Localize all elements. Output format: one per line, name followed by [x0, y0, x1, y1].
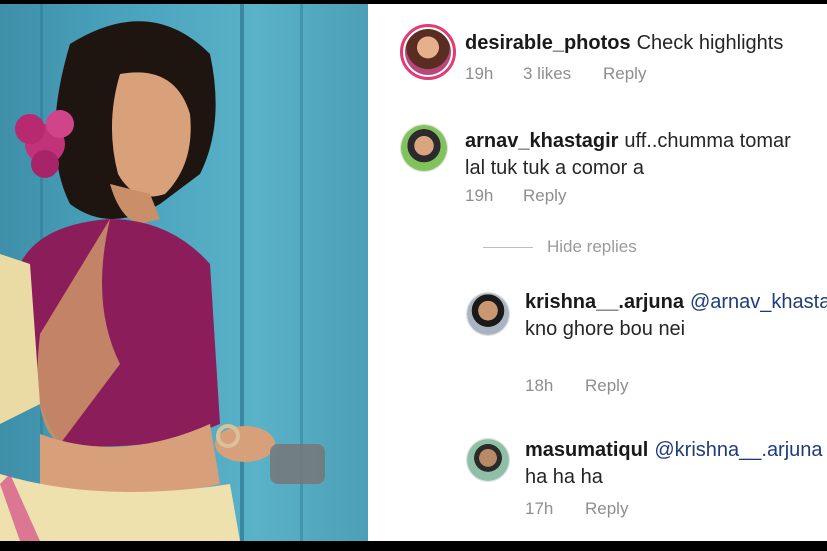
comment-time: 19h: [465, 64, 494, 83]
reply-mention[interactable]: @krishna__.arjuna: [654, 439, 822, 461]
comment-username[interactable]: desirable_photos: [465, 32, 631, 54]
avatar-image: [405, 29, 451, 75]
comment-body: Check highlights: [636, 32, 784, 54]
post-photo: [0, 4, 368, 541]
comment-likes[interactable]: 3 likes: [523, 64, 603, 84]
screenshot-frame: desirable_photos Check highlights 19h 3 l…: [0, 0, 827, 551]
reply-text: masumatiqul @krishna__.arjuna ha ha ha: [525, 437, 823, 491]
reply-meta: 17h Reply: [525, 499, 628, 519]
comment-text: desirable_photos Check highlights: [465, 30, 815, 57]
avatar[interactable]: [400, 124, 448, 172]
reply-username[interactable]: krishna__.arjuna: [525, 291, 684, 313]
hide-replies-toggle[interactable]: Hide replies: [483, 237, 637, 257]
reply-button[interactable]: Reply: [603, 64, 646, 84]
comment-time: 19h: [465, 186, 494, 205]
reply-masumatiqul: masumatiqul @krishna__.arjuna ha ha ha 17…: [368, 424, 827, 534]
comment-username[interactable]: arnav_khastagir: [465, 130, 618, 152]
reply-button[interactable]: Reply: [585, 499, 628, 519]
woman-illustration: [0, 4, 325, 541]
divider-line: [483, 246, 533, 248]
reply-username[interactable]: masumatiqul: [525, 439, 648, 461]
reply-time: 17h: [525, 499, 554, 518]
reply-body: kno ghore bou nei: [525, 318, 686, 340]
reply-button[interactable]: Reply: [523, 186, 566, 206]
reply-meta: 18h Reply: [525, 376, 628, 396]
avatar[interactable]: [400, 24, 456, 80]
comment-meta: 19h 3 likes Reply: [465, 64, 646, 84]
comment-desirable-photos: desirable_photos Check highlights 19h 3 l…: [368, 4, 827, 104]
avatar-image: [401, 125, 447, 171]
hide-replies-label[interactable]: Hide replies: [547, 237, 637, 257]
avatar[interactable]: [466, 292, 510, 336]
avatar-image: [467, 439, 509, 481]
reply-time: 18h: [525, 376, 554, 395]
reply-button[interactable]: Reply: [585, 376, 628, 396]
reply-krishna-arjuna: krishna__.arjuna @arnav_khastagir kno gho…: [368, 274, 827, 396]
avatar-image: [467, 293, 509, 335]
reply-body: ha ha ha: [525, 466, 603, 488]
reply-text: krishna__.arjuna @arnav_khastagir kno gho…: [525, 289, 827, 343]
reply-mention[interactable]: @arnav_khastagir: [690, 291, 827, 313]
comments-panel: desirable_photos Check highlights 19h 3 l…: [368, 4, 827, 541]
comment-arnav-khastagir: arnav_khastagir uff..chumma tomar lal tuk…: [368, 114, 827, 224]
comment-meta: 19h Reply: [465, 186, 566, 206]
comment-text: arnav_khastagir uff..chumma tomar lal tuk…: [465, 128, 815, 182]
avatar[interactable]: [466, 438, 510, 482]
